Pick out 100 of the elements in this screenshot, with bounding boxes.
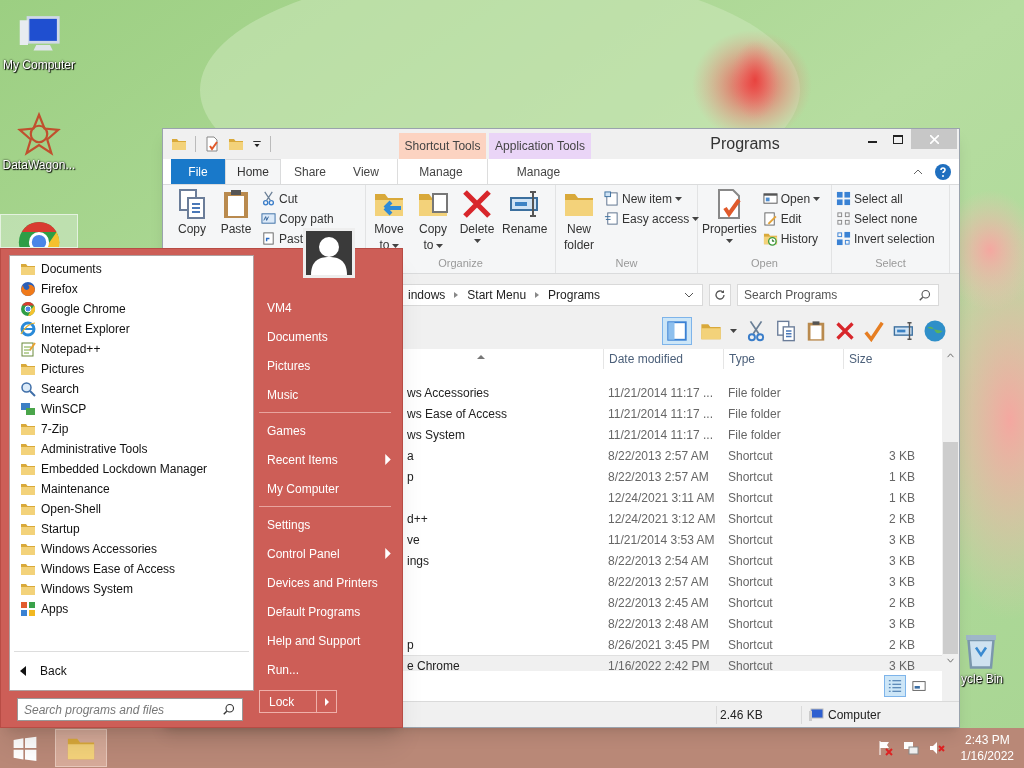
notepad-icon [20, 341, 36, 357]
program-item[interactable]: Windows System [20, 579, 253, 599]
properties-icon [204, 136, 220, 152]
menu-item[interactable]: Documents [259, 322, 399, 351]
ribbon-group-label: Organize [437, 255, 484, 271]
list-icon [888, 679, 902, 693]
breadcrumb[interactable]: indows [408, 286, 446, 304]
breadcrumb[interactable]: Start Menu [467, 286, 527, 304]
ribbon-button[interactable]: Select all [836, 190, 903, 207]
program-item[interactable]: WinSCP [20, 399, 253, 419]
program-item[interactable]: Embedded Lockdown Manager [20, 459, 253, 479]
program-item[interactable]: 7-Zip [20, 419, 253, 439]
ribbon-button[interactable]: Open [762, 190, 821, 207]
file-name: ings [407, 553, 429, 568]
ribbon-button[interactable]: New folder [560, 188, 598, 255]
details-view-button[interactable] [884, 675, 906, 697]
menu-item[interactable]: Recent Items [259, 445, 399, 474]
caret-icon [730, 328, 737, 333]
type-cell-text: Shortcut [727, 657, 774, 671]
program-item[interactable]: Administrative Tools [20, 439, 253, 459]
scroll-thumb[interactable] [943, 442, 958, 654]
program-item[interactable]: Notepad++ [20, 339, 253, 359]
ribbon-button[interactable]: Easy access [604, 210, 700, 227]
menu-item[interactable]: Music [259, 380, 399, 409]
ribbon-button[interactable]: Delete [458, 188, 496, 255]
type-cell-text: Shortcut [727, 594, 774, 612]
menu-item[interactable]: Run... [259, 655, 399, 684]
program-item[interactable]: Search [20, 379, 253, 399]
menu-item[interactable]: Settings [259, 510, 399, 539]
program-item[interactable]: Startup [20, 519, 253, 539]
program-item[interactable]: Apps [20, 599, 253, 619]
program-item[interactable]: Maintenance [20, 479, 253, 499]
size-cell: 2 KB [889, 637, 915, 652]
lock-button[interactable]: Lock [259, 690, 317, 713]
refresh-icon [714, 289, 726, 301]
program-item[interactable]: Firefox [20, 279, 253, 299]
pane-icon [666, 320, 688, 341]
menu-item[interactable]: Default Programs [259, 597, 399, 626]
file-name: a [407, 448, 414, 463]
program-item[interactable]: Documents [20, 259, 253, 279]
new-item-icon [604, 191, 619, 206]
date-cell-text: 8/22/2013 2:57 AM [607, 573, 710, 591]
window-icon [762, 191, 778, 206]
column-header[interactable]: Size [843, 349, 923, 369]
ribbon-button[interactable]: Invert selection [836, 230, 935, 247]
breadcrumb[interactable]: Programs [548, 286, 601, 304]
size-cell: 3 KB [889, 553, 915, 568]
date-cell-text: 11/21/2014 11:17 ... [607, 405, 714, 423]
file-name: p [407, 637, 414, 652]
ribbon-tab[interactable]: Share [281, 159, 339, 184]
ribbon-button[interactable]: Properties [702, 188, 757, 255]
ribbon-button[interactable]: History [762, 230, 819, 247]
rename-icon [893, 319, 915, 342]
desktop-icon-label: DataWagon... [2, 157, 76, 174]
menu-item[interactable]: Pictures [259, 351, 399, 380]
program-item[interactable]: Windows Ease of Access [20, 559, 253, 579]
search-icon [223, 703, 235, 715]
sort-icon [477, 355, 485, 359]
menu-item[interactable]: My Computer [259, 474, 399, 503]
program-item[interactable]: Internet Explorer [20, 319, 253, 339]
menu-item[interactable]: Control Panel [259, 539, 399, 568]
file-name: d++ [407, 511, 428, 526]
menu-item[interactable]: Games [259, 416, 399, 445]
ribbon-button[interactable]: Edit [762, 210, 802, 227]
chevron-icon [453, 291, 460, 299]
ribbon-tab[interactable]: File [171, 159, 225, 184]
menu-item[interactable]: Help and Support [259, 626, 399, 655]
ribbon-button[interactable]: Copy path [261, 210, 334, 227]
date-cell-text: 12/24/2021 3:11 AM [607, 489, 716, 507]
browser-icon [20, 281, 36, 297]
folder-icon [228, 136, 244, 152]
program-item[interactable]: Pictures [20, 359, 253, 379]
lock-options-button[interactable] [317, 690, 337, 713]
size-cell: 3 KB [889, 616, 915, 631]
ribbon-button[interactable]: Cut [261, 190, 298, 207]
ribbon-button[interactable]: Rename [502, 188, 548, 255]
ribbon-button[interactable]: New item [604, 190, 682, 207]
menu-item[interactable]: Devices and Printers [259, 568, 399, 597]
program-item[interactable]: Windows Accessories [20, 539, 253, 559]
search-field[interactable]: Search programs and files [17, 698, 243, 721]
submenu-arrow-icon [385, 548, 391, 559]
ribbon-button[interactable]: Past [261, 230, 303, 247]
column-header[interactable]: Type [723, 349, 843, 369]
folder-icon [20, 441, 36, 457]
program-item[interactable]: Google Chrome [20, 299, 253, 319]
date-cell-text: 11/21/2014 3:53 AM [607, 531, 716, 549]
empty-grid-icon [836, 211, 851, 226]
ribbon-tab[interactable]: View [339, 159, 393, 184]
thumbnail-icon [912, 679, 926, 693]
ribbon-tab[interactable]: Home [225, 159, 281, 184]
pane-button[interactable] [662, 316, 692, 345]
refresh-button[interactable] [709, 284, 731, 306]
ribbon-button[interactable]: Copy to [414, 188, 452, 255]
ribbon-button[interactable]: Select none [836, 210, 918, 227]
program-item[interactable]: Open-Shell [20, 499, 253, 519]
date-cell-text: 8/22/2013 2:54 AM [607, 552, 710, 570]
star-icon [17, 112, 61, 156]
delete-icon [461, 188, 493, 220]
column-header[interactable]: Date modified [603, 349, 723, 369]
back-button[interactable]: Back [10, 652, 253, 690]
